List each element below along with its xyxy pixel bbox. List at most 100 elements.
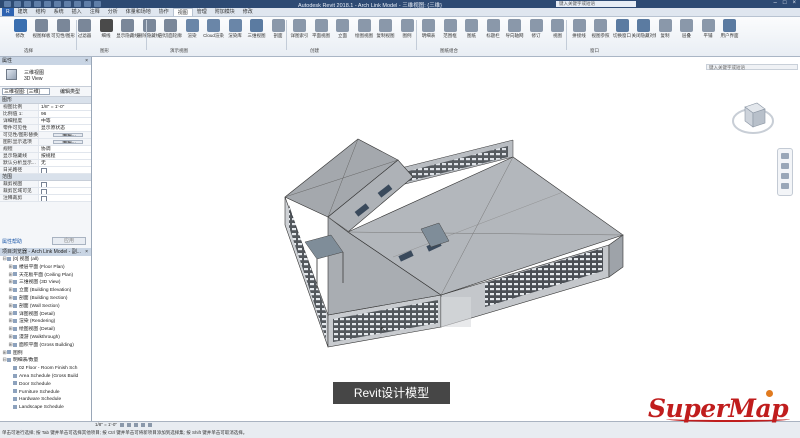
group-graphics[interactable]: 图形 <box>0 97 91 104</box>
sun-path-icon[interactable] <box>133 422 138 427</box>
pan-icon[interactable] <box>781 163 789 169</box>
viewcube-icon[interactable] <box>731 97 775 137</box>
browser-tree-item[interactable]: ⊞ 剖面 (Building Section) <box>0 295 91 303</box>
search-input[interactable]: 键入关键字或短语 <box>556 1 636 7</box>
close-icon[interactable]: × <box>792 0 796 6</box>
viewcube[interactable] <box>731 97 775 137</box>
properties-help-link[interactable]: 属性帮助 <box>2 238 22 245</box>
window-controls[interactable]: – □ × <box>774 0 796 6</box>
property-value[interactable]: 按规程 <box>39 153 91 159</box>
ribbon-button-15[interactable]: 立面 <box>331 19 355 47</box>
browser-tree-item[interactable]: ⊞ 三维视图 (3D View) <box>0 279 91 287</box>
tab-10[interactable]: 附加模块 <box>211 8 239 16</box>
property-row[interactable]: 可见性/图形替换 编辑... <box>0 132 91 139</box>
ribbon-button-2[interactable]: 可见性/图形 <box>51 19 75 47</box>
property-row[interactable]: 图形显示选项 编辑... <box>0 139 91 146</box>
browser-tree-item[interactable]: ⊟ 明细表/数量 <box>0 357 91 365</box>
browser-tree-item[interactable]: Hardware Schedule <box>0 396 91 404</box>
browser-tree-item[interactable]: Landscape Schedule <box>0 404 91 412</box>
tab-0[interactable]: 建筑 <box>14 8 32 16</box>
minimize-icon[interactable]: – <box>774 0 777 6</box>
crop-view-icon[interactable] <box>147 422 152 427</box>
ribbon-button-31[interactable]: 层叠 <box>675 19 699 47</box>
property-row[interactable]: 日光路径 <box>0 167 91 174</box>
ribbon-button-14[interactable]: 平面视图 <box>309 19 333 47</box>
tab-1[interactable]: 结构 <box>32 8 50 16</box>
property-checkbox[interactable] <box>39 181 91 187</box>
ribbon-button-30[interactable]: 复制 <box>653 19 677 47</box>
browser-tree-item[interactable]: ⊞ 天花板平面 (Ceiling Plan) <box>0 272 91 280</box>
property-row[interactable]: 裁剪视图 <box>0 181 91 188</box>
quick-access-toolbar[interactable] <box>4 1 101 7</box>
visual-style-icon[interactable] <box>126 422 131 427</box>
tab-7[interactable]: 协作 <box>155 8 173 16</box>
ribbon-button-29[interactable]: 关闭隐藏对象 <box>632 19 656 47</box>
ribbon-button-13[interactable]: 详图索引 <box>288 19 312 47</box>
browser-tree-item[interactable]: ⊞ 渲染 (Rendering) <box>0 318 91 326</box>
ribbon-panel-label[interactable]: 图纸组合 <box>440 48 458 54</box>
edit-type-button[interactable]: 编辑类型 <box>60 88 80 95</box>
ribbon-panel-label[interactable]: 创建 <box>310 48 319 54</box>
property-row[interactable]: 显示隐藏线 按规程 <box>0 153 91 160</box>
instance-dropdown[interactable]: 三维视图: {三维} <box>2 88 50 95</box>
ribbon-button-1[interactable]: 视图样板 <box>30 19 54 47</box>
ribbon-button-4[interactable]: 细线 <box>94 19 118 47</box>
ribbon-button-27[interactable]: 视图参照 <box>589 19 613 47</box>
application-menu-button[interactable]: R <box>2 8 14 16</box>
ribbon-button-10[interactable]: 渲染库 <box>223 19 247 47</box>
property-row[interactable]: 零件可见性 显示原状态 <box>0 125 91 132</box>
property-value[interactable]: 1/8" = 1'-0" <box>39 104 91 110</box>
browser-tree-item[interactable]: ⊞ 剖面 (Wall Section) <box>0 303 91 311</box>
ribbon-button-17[interactable]: 复制视图 <box>374 19 398 47</box>
ribbon-button-7[interactable]: 剖切面轮廓 <box>159 19 183 47</box>
zoom-icon[interactable] <box>781 173 789 179</box>
ribbon-button-33[interactable]: 用户界面 <box>718 19 742 47</box>
ribbon-button-23[interactable]: 导向轴网 <box>503 19 527 47</box>
tab-3[interactable]: 插入 <box>68 8 86 16</box>
ribbon-button-22[interactable]: 标题栏 <box>481 19 505 47</box>
property-row[interactable]: 默认分析显示... 无 <box>0 160 91 167</box>
browser-tree-item[interactable]: ⊟ [0] 视图 (all) <box>0 256 91 264</box>
close-icon[interactable]: × <box>85 248 88 256</box>
property-row[interactable]: 规程 协调 <box>0 146 91 153</box>
browser-tree-item[interactable]: 02 Floor - Room Finish Sch <box>0 365 91 373</box>
ribbon-button-20[interactable]: 范围框 <box>438 19 462 47</box>
view-scale[interactable]: 1/8" = 1'-0" <box>95 421 117 428</box>
browser-tree-item[interactable]: ⊞ 漫游 (Walkthrough) <box>0 334 91 342</box>
ribbon-button-24[interactable]: 修订 <box>524 19 548 47</box>
navigation-bar[interactable] <box>777 148 793 196</box>
ribbon-button-0[interactable]: 修改 <box>8 19 32 47</box>
browser-tree-item[interactable]: ⊞ 立面 (Building Elevation) <box>0 287 91 295</box>
property-value[interactable]: 显示原状态 <box>39 125 91 131</box>
browser-tree-item[interactable]: Area Schedule (Gross Build <box>0 373 91 381</box>
property-value[interactable]: 中等 <box>39 118 91 124</box>
steering-wheel-icon[interactable] <box>781 153 789 159</box>
detail-level-icon[interactable] <box>119 422 124 427</box>
ribbon-button-16[interactable]: 绘图视图 <box>352 19 376 47</box>
edit-button[interactable]: 编辑... <box>53 133 83 137</box>
property-row[interactable]: 比例值 1: 96 <box>0 111 91 118</box>
ribbon-panel-label[interactable]: 演示视图 <box>170 48 188 54</box>
property-checkbox[interactable] <box>39 167 91 173</box>
browser-tree-item[interactable]: ⊞ 绘图视图 (Detail) <box>0 326 91 334</box>
property-value[interactable]: 协调 <box>39 146 91 152</box>
type-selector[interactable]: 三维视图 3D View <box>0 65 91 87</box>
tab-5[interactable]: 分析 <box>104 8 122 16</box>
ribbon-button-8[interactable]: 渲染 <box>180 19 204 47</box>
property-value[interactable]: 无 <box>39 160 91 166</box>
browser-tree-item[interactable]: ⊞ 图例 <box>0 350 91 358</box>
browser-tree-item[interactable]: ⊞ 详图视图 (Detail) <box>0 311 91 319</box>
property-row[interactable]: 视图比例 1/8" = 1'-0" <box>0 104 91 111</box>
property-value[interactable]: 96 <box>39 111 91 117</box>
property-row[interactable]: 注释裁剪 <box>0 195 91 202</box>
tab-9[interactable]: 管理 <box>193 8 211 16</box>
browser-tree-item[interactable]: Door Schedule <box>0 381 91 389</box>
tab-6[interactable]: 体量和场地 <box>122 8 155 16</box>
orbit-icon[interactable] <box>781 183 789 189</box>
ribbon-button-5[interactable]: 显示隐藏线 <box>116 19 140 47</box>
ribbon-panel-label[interactable]: 选择 <box>24 48 33 54</box>
ribbon-button-21[interactable]: 图纸 <box>460 19 484 47</box>
apply-button[interactable]: 应用 <box>52 237 86 245</box>
browser-tree-item[interactable]: ⊞ 楼层平面 (Floor Plan) <box>0 264 91 272</box>
ribbon-panel-label[interactable]: 图形 <box>100 48 109 54</box>
